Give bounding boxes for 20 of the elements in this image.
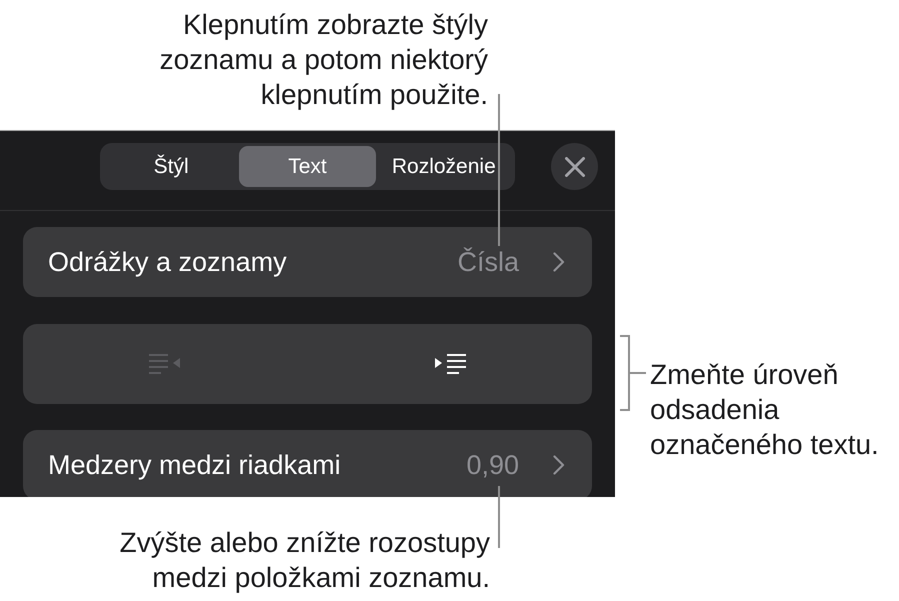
row-label: Medzery medzi riadkami <box>48 450 342 480</box>
row-label: Odrážky a zoznamy <box>48 247 288 277</box>
close-button[interactable] <box>551 143 598 190</box>
tab[interactable]: Štýl <box>103 146 240 187</box>
chevron-icon <box>553 252 565 272</box>
close-icon <box>564 156 584 176</box>
settings-row[interactable]: Medzery medzi riadkami 0,90 <box>23 430 592 497</box>
chevron-icon <box>553 455 565 475</box>
row-value: 0,90 <box>466 450 519 480</box>
callout-text: Zvýšte alebo znížte rozostupy medzi položkami zoznamu. <box>118 526 490 595</box>
settings-row[interactable]: Odrážky a zoznamy Čísla <box>23 227 592 297</box>
increase-indent-button[interactable] <box>434 353 466 375</box>
increase-indent-icon <box>434 353 466 375</box>
row-value: Čísla <box>457 247 519 277</box>
leader-line <box>498 486 500 548</box>
tab[interactable]: Text <box>239 146 376 187</box>
decrease-indent-icon <box>149 353 182 375</box>
callout-text: Zmeňte úroveň odsadenia označeného textu. <box>650 358 880 462</box>
callout-text: Klepnutím zobrazte štýly zoznamu a potom niektorý klepnutím použite. <box>158 8 488 112</box>
tab[interactable]: Rozloženie <box>376 146 512 187</box>
